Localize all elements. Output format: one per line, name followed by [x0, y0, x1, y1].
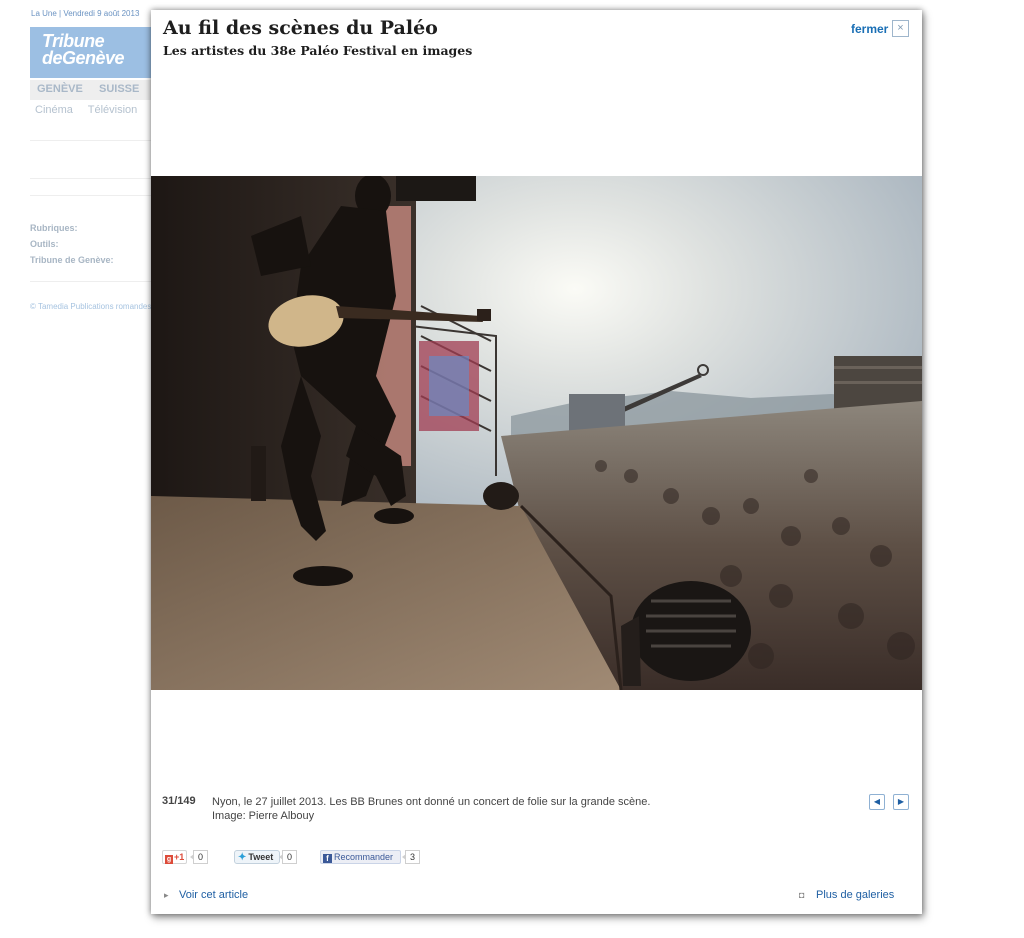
facebook-icon: f: [323, 854, 332, 863]
image-credit: Image: Pierre Albouy: [212, 810, 315, 822]
label-rubriques: Rubriques:: [30, 223, 78, 233]
next-arrow-icon[interactable]: ▶: [893, 794, 909, 810]
gallery-photo[interactable]: [151, 176, 922, 690]
gallery-subtitle: Les artistes du 38e Paléo Festival en im…: [163, 43, 473, 58]
divider: [30, 281, 155, 282]
subnav-item-cinema[interactable]: Cinéma: [35, 104, 73, 116]
site-logo[interactable]: Tribune deGenève: [30, 27, 155, 78]
more-galleries-link[interactable]: Plus de galeries: [816, 889, 894, 901]
logo-line-2: deGenève: [42, 48, 125, 68]
main-nav: GENÈVE SUISSE: [30, 80, 155, 100]
label-tribune: Tribune de Genève:: [30, 255, 114, 265]
tweet-count: 0: [278, 850, 298, 864]
subnav-item-television[interactable]: Télévision: [88, 104, 138, 116]
divider: [30, 140, 155, 141]
concert-photo-image: [151, 176, 922, 690]
tweet-label: Tweet: [248, 852, 274, 862]
nav-item-geneve[interactable]: GENÈVE: [37, 83, 83, 95]
divider: [30, 178, 155, 179]
facebook-count: 3: [401, 850, 421, 864]
nav-item-suisse[interactable]: SUISSE: [99, 83, 139, 95]
divider: [30, 195, 155, 196]
close-icon[interactable]: ×: [892, 20, 909, 37]
gplus-label: +1: [174, 852, 185, 862]
caption-text: Nyon, le 27 juillet 2013. Les BB Brunes …: [212, 796, 651, 808]
google-plus-button[interactable]: g +1: [162, 850, 187, 864]
gallery-modal: Au fil des scènes du Paléo Les artistes …: [151, 10, 922, 914]
image-counter: 31/149: [162, 795, 196, 807]
twitter-bird-icon: ✦: [238, 852, 247, 863]
fb-label: Recommander: [334, 852, 394, 862]
copyright: © Tamedia Publications romandes: [30, 302, 152, 311]
google-plus-count: 0: [189, 850, 209, 864]
view-article-link[interactable]: Voir cet article: [179, 889, 248, 901]
date-line: La Une | Vendredi 9 août 2013: [31, 9, 140, 18]
gallery-title: Au fil des scènes du Paléo: [163, 17, 438, 39]
prev-arrow-icon[interactable]: ◀: [869, 794, 885, 810]
google-plus-icon: g: [165, 855, 173, 864]
close-link[interactable]: fermer: [851, 22, 888, 36]
tweet-button[interactable]: ✦ Tweet: [234, 850, 280, 864]
image-caption: Nyon, le 27 juillet 2013. Les BB Brunes …: [212, 795, 650, 823]
label-outils: Outils:: [30, 239, 59, 249]
camera-icon: ◘: [799, 890, 805, 900]
triangle-right-icon: ▸: [164, 890, 169, 900]
sub-nav: Cinéma Télévision: [35, 104, 149, 116]
facebook-recommend-button[interactable]: f Recommander: [320, 850, 401, 864]
